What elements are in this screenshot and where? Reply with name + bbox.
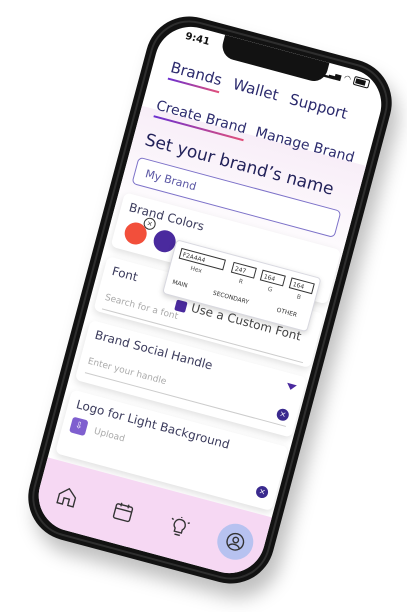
nav-ideas[interactable] xyxy=(157,505,201,549)
upload-label[interactable]: Upload xyxy=(93,427,126,445)
g-input[interactable]: 164 xyxy=(259,269,286,287)
tab-other[interactable]: OTHER xyxy=(276,307,298,319)
app-screen: 9:41 ▂▃▅ ◠ Brands Wallet Support Create … xyxy=(30,18,390,582)
nav-calendar[interactable] xyxy=(101,490,145,534)
chevron-down-icon[interactable] xyxy=(285,382,297,392)
tab-brands[interactable]: Brands xyxy=(167,58,224,94)
clear-upload-icon[interactable]: × xyxy=(254,484,270,500)
home-icon xyxy=(56,487,77,508)
signal-icon: ▂▃▅ xyxy=(322,67,343,82)
font-label: Font xyxy=(110,263,140,285)
b-label: B xyxy=(295,293,302,302)
nav-profile[interactable] xyxy=(213,519,258,564)
lightbulb-icon xyxy=(171,516,190,537)
phone-frame: 9:41 ▂▃▅ ◠ Brands Wallet Support Create … xyxy=(18,6,402,594)
r-label: R xyxy=(237,277,244,286)
wifi-icon: ◠ xyxy=(342,73,353,84)
tab-secondary[interactable]: SECONDARY xyxy=(212,290,250,306)
b-input[interactable]: 164 xyxy=(288,277,315,295)
upload-icon[interactable]: ⇩ xyxy=(69,416,89,437)
status-time: 9:41 xyxy=(184,30,211,48)
calendar-icon xyxy=(112,502,134,523)
battery-icon xyxy=(352,75,371,89)
r-input[interactable]: 247 xyxy=(230,261,257,279)
hex-label: Hex xyxy=(189,265,203,275)
status-icons: ▂▃▅ ◠ xyxy=(322,67,371,89)
tab-support[interactable]: Support xyxy=(286,90,349,127)
g-label: G xyxy=(266,285,274,294)
tab-wallet[interactable]: Wallet xyxy=(230,75,281,108)
profile-icon xyxy=(226,532,245,551)
tab-main[interactable]: MAIN xyxy=(171,279,188,290)
nav-home[interactable] xyxy=(45,475,89,519)
